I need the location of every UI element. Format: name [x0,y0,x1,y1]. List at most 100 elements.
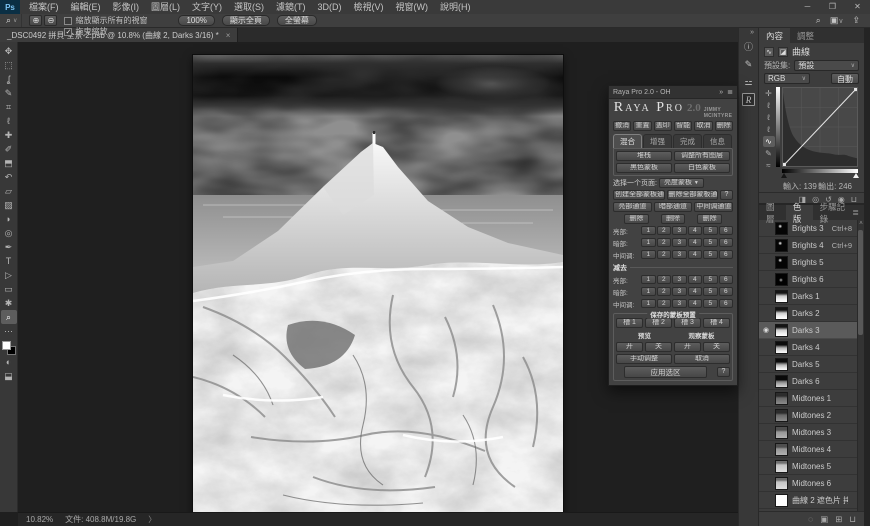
channel-row[interactable]: ◉ Darks 2 [759,305,857,322]
channels-scrollbar[interactable]: ˄ [857,220,864,511]
tab-properties[interactable]: 內容 [759,28,790,43]
menu-item[interactable]: 視窗(W) [390,2,435,12]
create-all-channels-button[interactable]: 创建全部蒙板通道 [613,190,665,200]
darks-mask-button[interactable]: 1 [641,238,656,247]
search-icon[interactable]: ⌕ [816,15,821,26]
raya-tab-info[interactable]: 信息 [703,134,732,148]
previous-state-icon[interactable]: ◎ [812,195,819,204]
black-point-eyedropper-icon[interactable]: ℓ [763,100,775,111]
raya-mask-button[interactable]: 黑色蒙板 [616,163,672,173]
channel-row[interactable]: ◉ Midtones 2 [759,407,857,424]
channel-dropdown[interactable]: RGB∨ [764,73,810,84]
channel-row[interactable]: ◉ Darks 6 [759,373,857,390]
smooth-curve-icon[interactable]: ≈ [763,160,775,171]
workspace-switcher[interactable]: ▣∨ [830,15,844,26]
curve-plot[interactable] [782,87,858,167]
eraser-tool[interactable]: ▱ [1,184,17,198]
gradient-tool[interactable]: ▨ [1,198,17,212]
close-button[interactable]: ✕ [845,0,870,14]
eye-icon[interactable]: ◉ [761,326,771,334]
channel-thumbnail[interactable] [775,290,788,303]
toggle-button[interactable]: 关 [645,342,672,352]
eyedropper-tool[interactable]: ℓ [1,114,17,128]
subtract-darks-button[interactable]: 1 [641,287,656,296]
lights-mask-button[interactable]: 3 [672,226,687,235]
channel-row[interactable]: ◉ Midtones 1 [759,390,857,407]
channel-thumbnail[interactable] [775,222,788,235]
tool-preset-picker[interactable]: ⌕ ∨ [4,14,22,27]
channel-row[interactable]: ◉ Darks 4 [759,339,857,356]
raya-blend-button[interactable]: 堆栈 [616,151,672,161]
channel-row[interactable]: ◉ Midtones 3 [759,424,857,441]
channel-row[interactable]: ◉ Brights 4 Ctrl+9 [759,237,857,254]
white-point-eyedropper-icon[interactable]: ℓ [763,124,775,135]
subtract-darks-button[interactable]: 6 [719,287,734,296]
tab-adjustments[interactable]: 調整 [790,28,821,43]
scrollbar-thumb[interactable] [858,230,863,335]
channel-row[interactable]: ◉ 曲線 2 遮色片 拷貝 [759,492,857,509]
gray-point-eyedropper-icon[interactable]: ℓ [763,112,775,123]
history-brush-tool[interactable]: ↶ [1,170,17,184]
manual-adjust-button[interactable]: 手动调整 [616,354,672,364]
info-panel-icon[interactable]: ⓘ [741,39,757,54]
zoom-100-button[interactable]: 100% [178,15,214,26]
lights-mask-button[interactable]: 6 [719,226,734,235]
midtones-mask-button[interactable]: 4 [688,250,703,259]
subtract-midtones-button[interactable]: 3 [672,299,687,308]
brush-tool[interactable]: ✐ [1,142,17,156]
menu-item[interactable]: 編輯(E) [65,2,107,12]
midtones-mask-button[interactable]: 2 [657,250,672,259]
lasso-tool[interactable]: ʆ [1,72,17,86]
raya-panel-titlebar[interactable]: Raya Pro 2.0 - OH » ≣ [609,86,737,99]
delete-channel-icon[interactable]: ⊔ [849,514,856,525]
menu-item[interactable]: 文字(Y) [186,2,228,12]
channel-thumbnail[interactable] [775,273,788,286]
channel-thumbnail[interactable] [775,256,788,269]
channel-row[interactable]: ◉ Darks 1 [759,288,857,305]
apply-help-button[interactable]: ? [717,367,730,377]
foreground-color-swatch[interactable] [2,341,11,350]
subtract-lights-button[interactable]: 3 [672,275,687,284]
lights-mask-button[interactable]: 2 [657,226,672,235]
blur-tool[interactable]: ◗ [1,212,17,226]
raya-pro-panel-icon[interactable]: R [742,93,755,106]
channel-row[interactable]: ◉ Darks 5 [759,356,857,373]
subtract-midtones-button[interactable]: 6 [719,299,734,308]
edit-toolbar-icon[interactable]: ⋯ [1,324,17,338]
channel-thumbnail[interactable] [775,494,788,507]
preset-dropdown[interactable]: 預設∨ [794,60,859,71]
status-options-chevron-icon[interactable]: 〉 [148,514,156,525]
channel-row[interactable]: ◉ Midtones 5 [759,458,857,475]
raya-action-button[interactable]: 撤消 [613,121,631,131]
subtract-darks-button[interactable]: 3 [672,287,687,296]
channel-type-button[interactable]: 中间调通道 [694,202,733,212]
raya-mask-button[interactable]: 白色蒙板 [674,163,730,173]
save-selection-icon[interactable]: ▣ [820,514,828,525]
edit-curve-points-icon[interactable]: ∿ [763,136,775,147]
channel-thumbnail[interactable] [775,307,788,320]
channel-thumbnail[interactable] [775,426,788,439]
toggle-button[interactable]: 开 [616,342,643,352]
lights-mask-button[interactable]: 4 [688,226,703,235]
path-selection-tool[interactable]: ▷ [1,268,17,282]
channel-type-button[interactable]: 亮部通道 [613,202,652,212]
darks-mask-button[interactable]: 4 [688,238,703,247]
help-button[interactable]: ? [720,190,733,200]
channel-row[interactable]: ◉ Brights 5 [759,254,857,271]
panel-menu-icon[interactable]: ≣ [852,205,864,220]
channel-row[interactable]: ◉ Midtones 4 [759,441,857,458]
share-icon[interactable]: ⇪ [852,15,860,26]
preset-slot-button[interactable]: 槽 2 [645,318,672,328]
darks-mask-button[interactable]: 2 [657,238,672,247]
delete-all-channels-button[interactable]: 删除全部蒙板通道 [667,190,719,200]
curves-histogram[interactable]: ✛ℓℓℓ∿✎≈ [762,87,860,180]
expand-panels-icon[interactable]: » [750,29,758,36]
black-point-slider[interactable] [781,173,787,178]
apply-selection-button[interactable]: 应用选区 [624,366,707,378]
crop-tool[interactable]: ⌗ [1,100,17,114]
midtones-mask-button[interactable]: 6 [719,250,734,259]
screen-mode-icon[interactable]: ⬓ [1,369,17,383]
subtract-midtones-button[interactable]: 1 [641,299,656,308]
channel-thumbnail[interactable] [775,477,788,490]
fit-screen-button[interactable]: 顯示全頁 [222,15,270,26]
